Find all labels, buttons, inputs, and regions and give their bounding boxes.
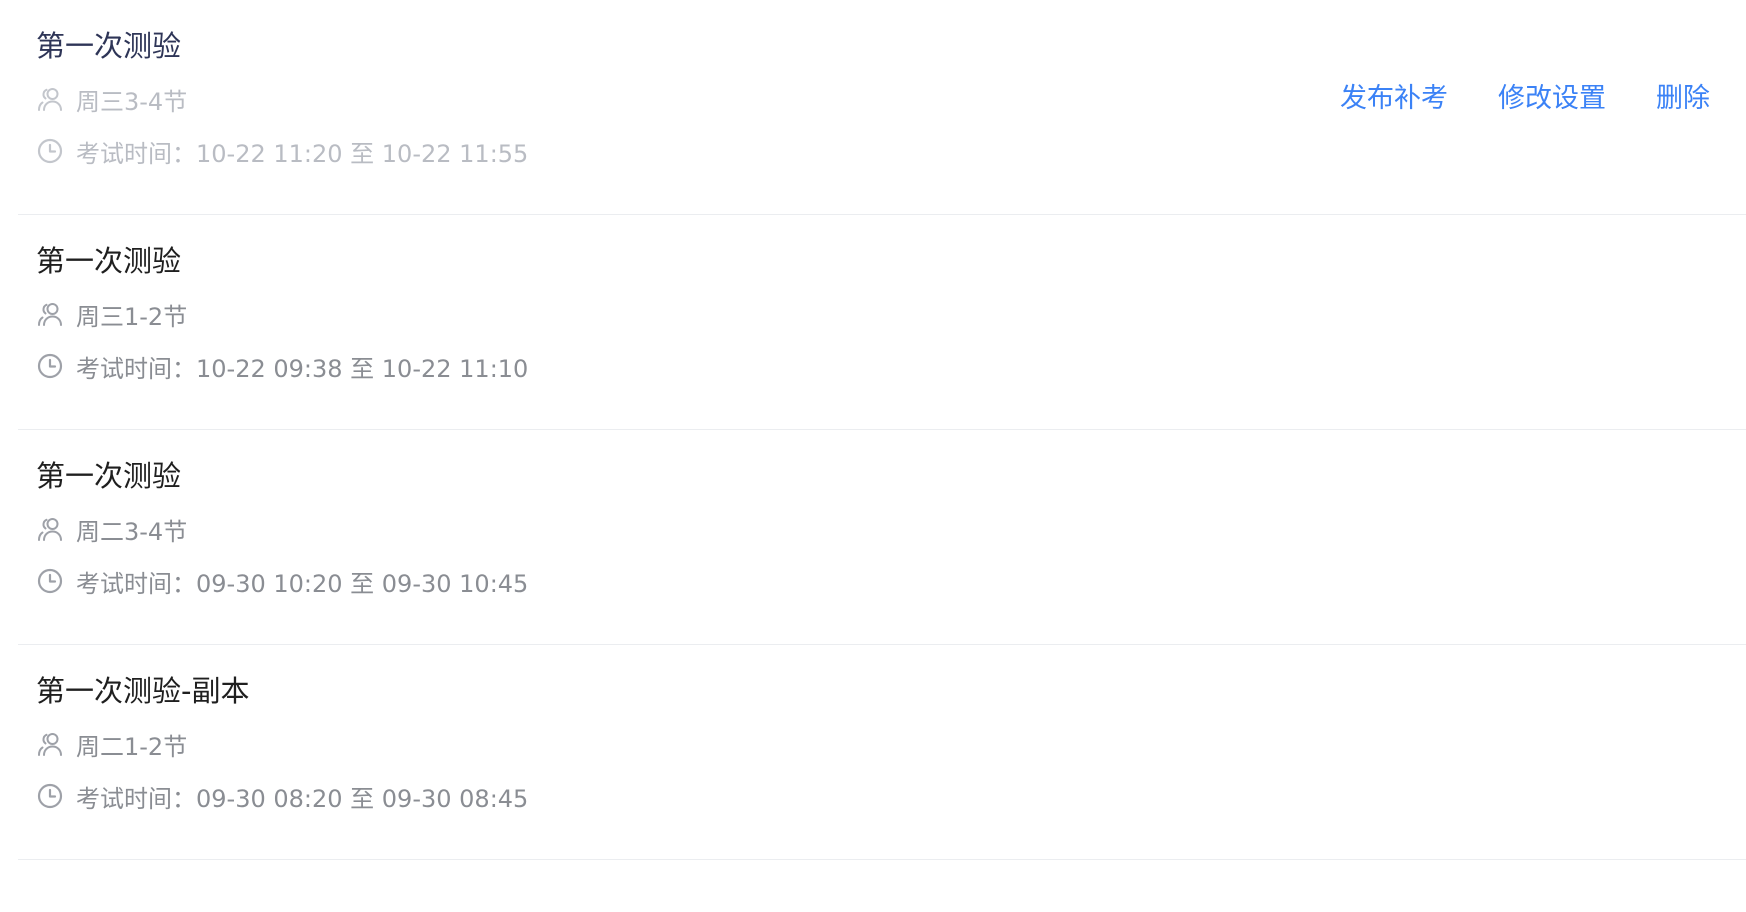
edit-settings-button[interactable]: 修改设置	[1498, 81, 1606, 117]
users-icon	[36, 300, 64, 328]
delete-button[interactable]: 删除	[1656, 81, 1710, 117]
exam-class-group: 周三3-4节	[36, 84, 188, 116]
exam-time: 考试时间： 10-22 09:38 至 10-22 11:10	[36, 351, 529, 383]
time-label: 考试时间：	[76, 784, 196, 813]
exam-item[interactable]: 第一次测验-副本 周二1-2节 考试时间： 09-30 08:20 至 09-3…	[18, 645, 1746, 860]
exam-item[interactable]: 第一次测验 周三3-4节 考试时间： 10-22 11:20 至 10-22 1…	[18, 0, 1746, 215]
exam-time: 考试时间： 09-30 08:20 至 09-30 08:45	[36, 781, 529, 813]
time-label: 考试时间：	[76, 354, 196, 383]
exam-title[interactable]: 第一次测验-副本	[36, 673, 249, 709]
time-label: 考试时间：	[76, 569, 196, 598]
time-label: 考试时间：	[76, 139, 196, 168]
exam-item[interactable]: 第一次测验 周二3-4节 考试时间： 09-30 10:20 至 09-30 1…	[18, 430, 1746, 645]
exam-title[interactable]: 第一次测验	[36, 28, 181, 64]
exam-list: 第一次测验 周三3-4节 考试时间： 10-22 11:20 至 10-22 1…	[0, 0, 1746, 860]
exam-class-group: 周二1-2节	[36, 729, 188, 761]
exam-time: 考试时间： 09-30 10:20 至 09-30 10:45	[36, 566, 529, 598]
clock-icon	[36, 782, 64, 810]
clock-icon	[36, 137, 64, 165]
publish-makeup-button[interactable]: 发布补考	[1340, 81, 1448, 117]
class-group-label: 周二1-2节	[76, 732, 188, 761]
class-group-label: 周三3-4节	[76, 87, 188, 116]
exam-time: 考试时间： 10-22 11:20 至 10-22 11:55	[36, 136, 529, 168]
users-icon	[36, 730, 64, 758]
clock-icon	[36, 567, 64, 595]
time-range: 09-30 10:20 至 09-30 10:45	[196, 569, 529, 598]
exam-item[interactable]: 第一次测验 周三1-2节 考试时间： 10-22 09:38 至 10-22 1…	[18, 215, 1746, 430]
clock-icon	[36, 352, 64, 380]
users-icon	[36, 85, 64, 113]
users-icon	[36, 515, 64, 543]
time-range: 10-22 11:20 至 10-22 11:55	[196, 139, 529, 168]
time-range: 09-30 08:20 至 09-30 08:45	[196, 784, 529, 813]
exam-class-group: 周三1-2节	[36, 299, 188, 331]
class-group-label: 周二3-4节	[76, 517, 188, 546]
exam-class-group: 周二3-4节	[36, 514, 188, 546]
time-range: 10-22 09:38 至 10-22 11:10	[196, 354, 529, 383]
exam-title[interactable]: 第一次测验	[36, 243, 181, 279]
class-group-label: 周三1-2节	[76, 302, 188, 331]
row-actions: 发布补考 修改设置 删除	[1340, 81, 1710, 117]
exam-title[interactable]: 第一次测验	[36, 458, 181, 494]
